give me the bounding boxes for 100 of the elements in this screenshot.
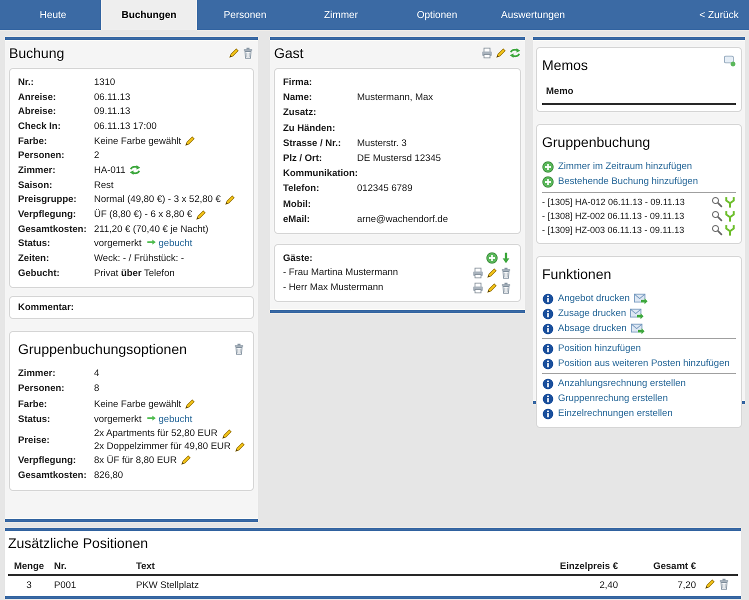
pencil-icon[interactable] <box>224 194 236 206</box>
field-label: Anreise: <box>18 92 58 103</box>
nav-tab[interactable]: Zimmer <box>293 0 389 30</box>
field-value: ÜF (8,80 €) - 6 x 8,80 € <box>94 209 192 220</box>
table-cell: P001 <box>50 575 132 596</box>
field-label: Saison: <box>18 180 54 191</box>
info-icon <box>542 378 554 390</box>
panel-title: Gruppenbuchungsoptionen <box>18 340 187 357</box>
field-value: 8 <box>94 383 100 394</box>
field-value: HA-011 <box>94 164 126 176</box>
pencil-icon[interactable] <box>220 428 233 440</box>
back-link[interactable]: < Zurück <box>689 0 749 30</box>
search-icon[interactable] <box>711 210 723 222</box>
field-value: 09.11.13 <box>94 106 130 118</box>
panel-title: Buchung <box>9 45 64 61</box>
pencil-icon[interactable] <box>486 282 498 294</box>
field-value: Rest <box>94 180 114 191</box>
info-icon <box>542 408 554 420</box>
function-link[interactable]: Einzelrechnungen erstellen <box>558 408 673 419</box>
note-icon[interactable] <box>724 55 736 67</box>
field-label: Zimmer: <box>18 368 56 379</box>
function-link[interactable]: Position aus weiteren Posten hinzufügen <box>558 358 730 369</box>
field-label: Zeiten: <box>18 253 50 264</box>
field-label: Check In: <box>18 120 62 132</box>
nav-tab[interactable]: Buchungen <box>101 0 197 30</box>
envelope-icon[interactable] <box>630 322 645 336</box>
function-link[interactable]: Angebot drucken <box>558 293 630 304</box>
pencil-icon[interactable] <box>184 135 196 148</box>
field-label: Gebucht: <box>18 268 61 279</box>
pencil-icon[interactable] <box>228 47 240 59</box>
info-icon <box>542 308 554 320</box>
function-link[interactable]: Absage drucken <box>558 323 627 334</box>
trash-icon[interactable] <box>500 266 512 279</box>
field-value: Keine Farbe gewählt <box>94 136 182 147</box>
nav-tab[interactable]: Auswertungen <box>485 0 581 30</box>
trash-icon[interactable] <box>242 47 254 59</box>
field-label: Nr.: <box>18 76 35 88</box>
field-value: vorgemerkt <box>94 414 142 426</box>
status-link[interactable]: gebucht <box>158 414 192 426</box>
action-link[interactable]: Bestehende Buchung hinzufügen <box>558 176 698 187</box>
field-value: 8x ÜF für 8,80 EUR <box>94 454 177 466</box>
function-link[interactable]: Anzahlungsrechnung erstellen <box>558 378 686 389</box>
field-value: 1310 <box>94 76 116 88</box>
search-icon[interactable] <box>711 224 723 236</box>
function-link[interactable]: Gruppenrechung erstellen <box>558 393 668 404</box>
panel-title: Memos <box>542 57 588 73</box>
field-label: Gäste: <box>283 252 314 264</box>
printer-icon[interactable] <box>472 266 484 279</box>
table-cell: 2,40 <box>494 575 622 596</box>
field-value: Privat über Telefon <box>94 268 175 279</box>
field-label: Abreise: <box>18 106 58 118</box>
pencil-icon[interactable] <box>486 266 498 279</box>
panel-title: Zusätzliche Positionen <box>8 535 150 551</box>
field-value: Mustermann, Max <box>357 92 434 104</box>
function-link[interactable]: Position hinzufügen <box>558 343 641 354</box>
nav-tab[interactable]: Personen <box>197 0 293 30</box>
nav-tab[interactable]: Heute <box>5 0 101 30</box>
info-icon <box>542 322 554 334</box>
guest-name: - Herr Max Mustermann <box>283 282 384 294</box>
field-value: 4 <box>94 368 100 379</box>
circular-arrows-icon[interactable] <box>128 164 141 176</box>
envelope-icon[interactable] <box>630 306 644 320</box>
pencil-icon[interactable] <box>195 208 208 221</box>
field-label: Status: <box>18 414 52 426</box>
field-label: Personen: <box>18 383 66 394</box>
pencil-icon[interactable] <box>234 440 246 453</box>
pencil-icon[interactable] <box>704 578 716 590</box>
table-cell: 3 <box>8 575 50 596</box>
field-label: Firma: <box>283 77 314 88</box>
plus-icon[interactable] <box>542 160 554 172</box>
status-link[interactable]: gebucht <box>158 238 192 250</box>
field-label: Zusatz: <box>283 107 318 118</box>
trash-icon[interactable] <box>718 578 730 590</box>
field-value: Musterstr. 3 <box>357 138 407 149</box>
envelope-icon[interactable] <box>634 292 648 306</box>
search-icon[interactable] <box>711 196 723 208</box>
action-link[interactable]: Zimmer im Zeitraum hinzufügen <box>558 161 692 172</box>
booking-entry: - [1305] HA-012 06.11.13 - 09.11.13 <box>542 197 685 207</box>
down-arrow-icon[interactable] <box>500 252 512 264</box>
field-value: 2 <box>94 150 100 162</box>
circular-arrows-icon[interactable] <box>509 47 521 59</box>
pencil-icon[interactable] <box>180 454 192 466</box>
plus-icon[interactable] <box>542 176 554 188</box>
printer-icon[interactable] <box>481 47 493 59</box>
nav-tab[interactable]: Optionen <box>389 0 485 30</box>
column-header: Nr. <box>50 559 132 575</box>
pencil-icon[interactable] <box>495 47 507 59</box>
printer-icon[interactable] <box>472 282 484 294</box>
field-label: Gesamtkosten: <box>18 224 88 235</box>
trash-icon[interactable] <box>233 342 245 355</box>
field-label: Mobil: <box>283 198 312 210</box>
field-value: 211,20 € (70,40 € je Nacht) <box>94 224 208 235</box>
field-value: DE Mustersd 12345 <box>357 153 441 164</box>
pencil-icon[interactable] <box>184 398 196 410</box>
plus-icon[interactable] <box>486 252 498 264</box>
field-label: Status: <box>18 238 52 250</box>
function-link[interactable]: Zusage drucken <box>558 308 626 319</box>
trash-icon[interactable] <box>500 282 512 294</box>
panel-title: Gast <box>274 45 304 61</box>
field-label: Farbe: <box>18 398 48 410</box>
